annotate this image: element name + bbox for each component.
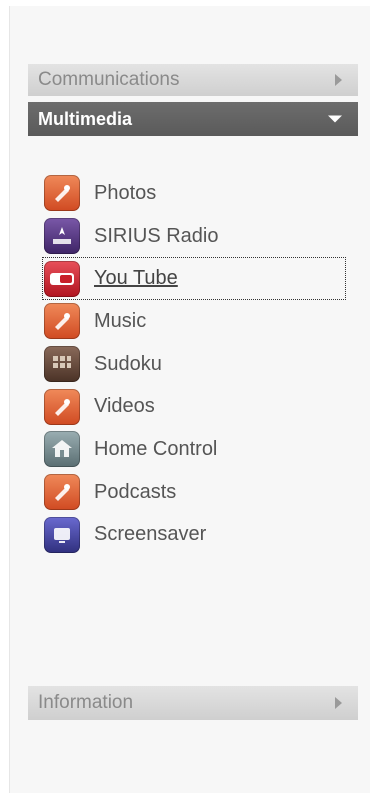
section-multimedia-label: Multimedia: [38, 108, 133, 129]
section-communications-label: Communications: [38, 69, 180, 90]
youtube-icon: [44, 260, 80, 297]
sudoku-icon: [44, 346, 80, 383]
chevron-right-icon: [335, 697, 342, 709]
menu-item-label: Sudoku: [94, 352, 162, 375]
section-information[interactable]: Information: [28, 686, 358, 720]
multimedia-menu: Photos SIRIUS Radio You Tube Music Sudok…: [42, 172, 346, 557]
menu-item-videos[interactable]: Videos: [44, 385, 344, 428]
videos-icon: [44, 388, 80, 425]
menu-item-screensaver[interactable]: Screensaver: [44, 514, 344, 557]
menu-item-podcasts[interactable]: Podcasts: [44, 471, 344, 514]
music-icon: [44, 303, 80, 340]
menu-item-label: Videos: [94, 395, 155, 418]
menu-item-label: Music: [94, 309, 147, 332]
menu-item-sudoku[interactable]: Sudoku: [44, 343, 344, 386]
photos-icon: [44, 175, 80, 212]
home-control-icon: [44, 431, 80, 468]
menu-item-sirius-radio[interactable]: SIRIUS Radio: [44, 215, 344, 258]
menu-item-music[interactable]: Music: [44, 300, 344, 343]
menu-item-label: SIRIUS Radio: [94, 224, 219, 247]
chevron-down-icon: [328, 115, 342, 123]
menu-item-label: Photos: [94, 181, 157, 204]
section-information-label: Information: [38, 692, 134, 713]
screensaver-icon: [44, 516, 80, 553]
menu-item-label: Podcasts: [94, 480, 177, 503]
chevron-right-icon: [335, 74, 342, 86]
menu-item-label: You Tube: [94, 267, 178, 290]
menu-item-photos[interactable]: Photos: [44, 172, 344, 215]
menu-item-home-control[interactable]: Home Control: [44, 428, 344, 471]
podcasts-icon: [44, 474, 80, 511]
section-communications[interactable]: Communications: [28, 64, 358, 96]
section-multimedia[interactable]: Multimedia: [28, 102, 358, 136]
sirius-radio-icon: [44, 218, 80, 255]
menu-item-label: Home Control: [94, 437, 218, 460]
menu-item-label: Screensaver: [94, 523, 207, 546]
menu-item-youtube[interactable]: You Tube: [42, 257, 346, 301]
